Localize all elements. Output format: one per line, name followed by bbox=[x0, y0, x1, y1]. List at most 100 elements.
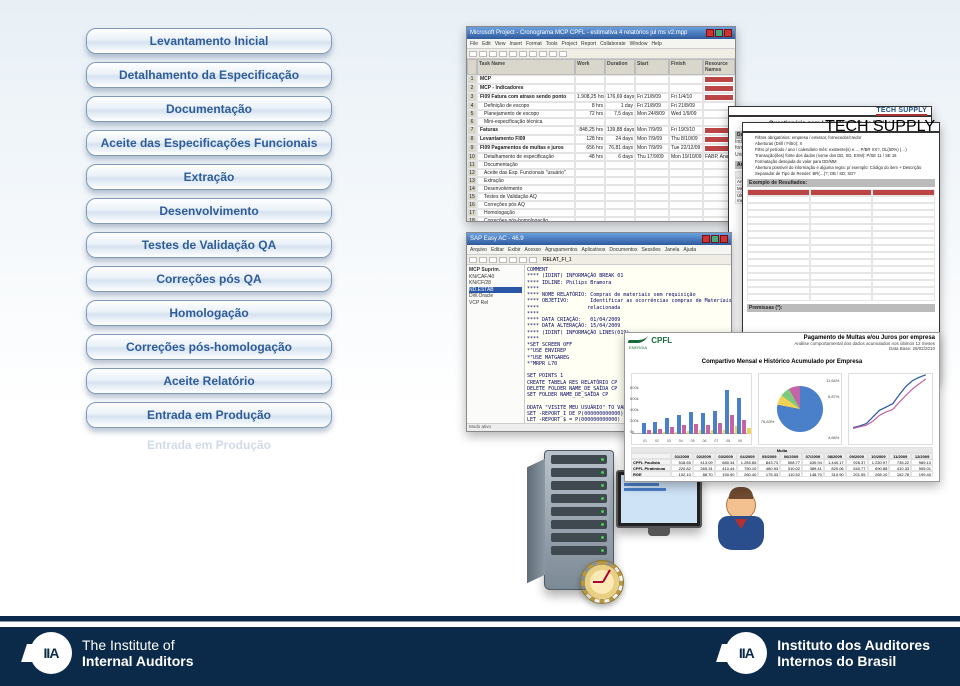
toolbar-button[interactable] bbox=[499, 51, 507, 57]
menu-item[interactable]: File bbox=[470, 41, 478, 47]
menu-item[interactable]: Tools bbox=[546, 41, 558, 47]
menu-item[interactable]: Sessões bbox=[641, 247, 660, 253]
step-label: Aceite das Especificações Funcionais bbox=[101, 136, 318, 150]
menu-item[interactable]: View bbox=[495, 41, 506, 47]
close-icon[interactable] bbox=[720, 235, 728, 243]
pie-graphic bbox=[777, 386, 823, 432]
toolbar-button[interactable] bbox=[469, 257, 477, 263]
person-avatar-icon bbox=[726, 490, 764, 550]
toolbar-button[interactable] bbox=[559, 51, 567, 57]
toolbar-button[interactable] bbox=[509, 257, 517, 263]
clock-gear-icon bbox=[580, 560, 624, 604]
minimize-icon[interactable] bbox=[706, 29, 714, 37]
step-label: Documentação bbox=[166, 102, 252, 116]
step-correcoes-homolog: Correções pós-homologação bbox=[86, 334, 332, 360]
step-extracao: Extração bbox=[86, 164, 332, 190]
toolbar-button[interactable] bbox=[479, 51, 487, 57]
step-label: Entrada em Produção bbox=[147, 408, 271, 422]
bullet-list: Filtros obrigatórios: empresa / emissor,… bbox=[747, 135, 935, 176]
report-date: Data Base: 28/02/2010 bbox=[794, 346, 935, 351]
toolbar-button[interactable] bbox=[509, 51, 517, 57]
tech-supply-logo: TECH SUPPLY bbox=[876, 107, 927, 116]
window-title: SAP Easy AC - 46.9 bbox=[470, 236, 524, 242]
step-homologacao: Homologação bbox=[86, 300, 332, 326]
menu-item[interactable]: Help bbox=[651, 41, 661, 47]
toolbar-button[interactable] bbox=[489, 51, 497, 57]
step-label: Levantamento Inicial bbox=[150, 34, 269, 48]
menu-item[interactable]: Arquivo bbox=[470, 247, 487, 253]
bullet-item: Formatação desejada do valor para DD/MM bbox=[755, 159, 935, 164]
menu-item[interactable]: Format bbox=[526, 41, 542, 47]
step-label: Entrada em Produção bbox=[147, 438, 271, 452]
swoosh-icon bbox=[628, 335, 649, 343]
pie-label: 4,66% bbox=[828, 435, 839, 440]
menu-item[interactable]: Collaborate bbox=[600, 41, 626, 47]
menu-item[interactable]: Report bbox=[581, 41, 596, 47]
pie-label: 76,83% bbox=[761, 419, 775, 424]
bullet-item: Aberturas (Drill / Filtro): X bbox=[755, 141, 935, 146]
menu-item[interactable]: Insert bbox=[509, 41, 522, 47]
pie-label: 6,87% bbox=[828, 394, 839, 399]
object-tree[interactable]: MCP Suprim. KN/CAF/40 KN/CF/28 ND.ESTAB … bbox=[467, 265, 525, 431]
toolbar-button[interactable] bbox=[519, 51, 527, 57]
menu-item[interactable]: Aplicativos bbox=[581, 247, 605, 253]
maximize-icon[interactable] bbox=[711, 235, 719, 243]
pie-label: 11,64% bbox=[826, 378, 839, 383]
menu-item[interactable]: Exibir bbox=[508, 247, 521, 253]
menu-item[interactable]: Ajuda bbox=[683, 247, 696, 253]
cpfl-report: CPFL ENERGIA Pagamento de Multas e/ou Ju… bbox=[624, 332, 940, 482]
toolbar-button[interactable] bbox=[479, 257, 487, 263]
close-icon[interactable] bbox=[724, 29, 732, 37]
footer-right-line1: Instituto dos Auditores bbox=[777, 637, 930, 653]
step-label: Testes de Validação QA bbox=[142, 238, 277, 252]
menu-item[interactable]: Janela bbox=[665, 247, 680, 253]
toolbar-button[interactable] bbox=[499, 257, 507, 263]
msproject-menubar: File Edit View Insert Format Tools Proje… bbox=[467, 39, 735, 49]
bullet-item: Filtros obrigatórios: empresa / emissor,… bbox=[755, 135, 935, 140]
toolbar-button[interactable] bbox=[529, 51, 537, 57]
doc-header: TECH SUPPLY bbox=[743, 123, 939, 133]
toolbar-button[interactable] bbox=[539, 51, 547, 57]
process-step-list: Levantamento Inicial Detalhamento da Esp… bbox=[86, 28, 332, 462]
step-entrada-producao: Entrada em Produção bbox=[86, 402, 332, 428]
menu-item[interactable]: Project bbox=[561, 41, 577, 47]
step-aceite-espec: Aceite das Especificações Funcionais bbox=[86, 130, 332, 156]
step-documentacao: Documentação bbox=[86, 96, 332, 122]
report-section-title: Compartivo Mensal e Histórico Acumulado … bbox=[625, 359, 939, 365]
bullet-item: Abertura possível do informação e alguma… bbox=[755, 165, 935, 170]
cpfl-brand: CPFL bbox=[651, 336, 672, 345]
toolbar-button[interactable] bbox=[549, 51, 557, 57]
data-table: Multa01/200902/200903/200904/200905/2009… bbox=[631, 447, 933, 477]
step-testes-qa: Testes de Validação QA bbox=[86, 232, 332, 258]
dense-table bbox=[747, 189, 935, 301]
menu-item[interactable]: Documentos bbox=[609, 247, 637, 253]
menu-item[interactable]: Agrupamentos bbox=[545, 247, 578, 253]
tree-node[interactable]: VCP Rel bbox=[469, 300, 522, 307]
doc-header: TECH SUPPLY bbox=[729, 107, 931, 117]
menu-item[interactable]: Editar bbox=[491, 247, 504, 253]
menu-item[interactable]: Edit bbox=[482, 41, 491, 47]
toolbar-button[interactable] bbox=[469, 51, 477, 57]
menu-item[interactable]: Window bbox=[630, 41, 648, 47]
toolbar-button[interactable] bbox=[529, 257, 537, 263]
footer-bar: IIA The Institute of Internal Auditors I… bbox=[0, 616, 960, 686]
footer-left-line1: The Institute of bbox=[82, 637, 194, 653]
step-correcoes-qa: Correções pós QA bbox=[86, 266, 332, 292]
bar-chart: 0k200k400k600k800k010203040506070809 bbox=[631, 373, 752, 445]
step-label: Detalhamento da Especificação bbox=[119, 68, 299, 82]
step-label: Desenvolvimento bbox=[159, 204, 258, 218]
toolbar-button[interactable] bbox=[489, 257, 497, 263]
step-desenvolvimento: Desenvolvimento bbox=[86, 198, 332, 224]
step-label: Correções pós-homologação bbox=[126, 340, 292, 354]
toolbar-button[interactable] bbox=[519, 257, 527, 263]
maximize-icon[interactable] bbox=[715, 29, 723, 37]
bullet-item: Separador de Tipo de Render: BR(…)?; DB … bbox=[755, 171, 935, 176]
sap-toolbar: RELAT_FI_1 bbox=[467, 255, 731, 265]
line-chart bbox=[848, 373, 933, 445]
menu-item[interactable]: Acesso bbox=[525, 247, 541, 253]
step-ghost: Entrada em Produção bbox=[86, 436, 332, 454]
minimize-icon[interactable] bbox=[702, 235, 710, 243]
msproject-body: Task NameWorkDurationStartFinishResource… bbox=[467, 59, 735, 221]
step-aceite-relatorio: Aceite Relatório bbox=[86, 368, 332, 394]
step-label: Extração bbox=[184, 170, 235, 184]
